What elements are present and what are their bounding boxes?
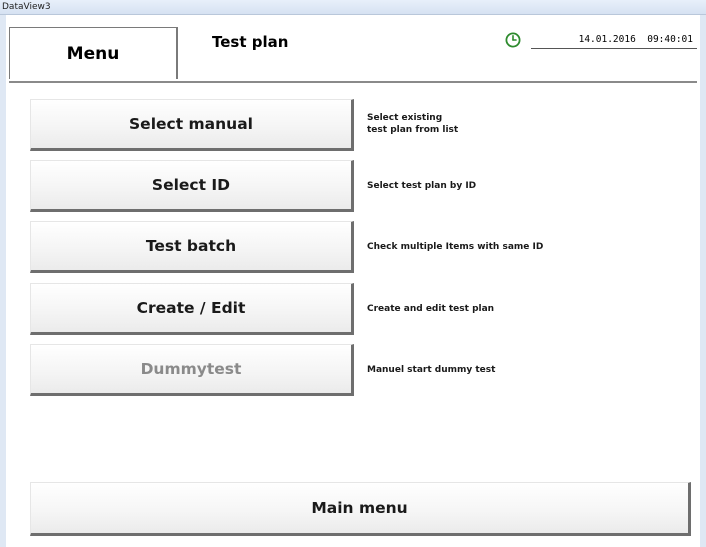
test-batch-description: Check multiple Items with same ID — [367, 242, 544, 252]
option-row-select-manual: Select manual Select existing test plan … — [30, 99, 630, 151]
option-row-test-batch: Test batch Check multiple Items with sam… — [30, 221, 630, 273]
create-edit-button[interactable]: Create / Edit — [30, 283, 354, 335]
dummytest-description: Manuel start dummy test — [367, 365, 496, 375]
datetime-display: 14.01.2016 09:40:01 — [531, 33, 697, 49]
page-title: Test plan — [212, 33, 289, 51]
select-manual-button[interactable]: Select manual — [30, 99, 354, 151]
select-manual-description: Select existing test plan from list — [367, 113, 459, 135]
option-row-create-edit: Create / Edit Create and edit test plan — [30, 283, 630, 335]
dummytest-button[interactable]: Dummytest — [30, 344, 354, 396]
header-divider — [177, 27, 178, 79]
window-titlebar: DataView3 — [0, 0, 706, 15]
main-menu-button[interactable]: Main menu — [30, 482, 691, 536]
menu-button[interactable]: Menu — [9, 27, 177, 79]
create-edit-description: Create and edit test plan — [367, 304, 495, 314]
test-batch-button[interactable]: Test batch — [30, 221, 354, 273]
option-row-dummytest: Dummytest Manuel start dummy test — [30, 344, 630, 396]
header: Menu Test plan 14.01.2016 09:40:01 — [9, 27, 697, 83]
window-title: DataView3 — [2, 2, 51, 12]
content-area: Menu Test plan 14.01.2016 09:40:01 Selec… — [6, 15, 700, 547]
select-id-description: Select test plan by ID — [367, 181, 477, 191]
select-id-button[interactable]: Select ID — [30, 160, 354, 212]
clock-icon — [505, 32, 521, 48]
option-row-select-id: Select ID Select test plan by ID — [30, 160, 630, 212]
